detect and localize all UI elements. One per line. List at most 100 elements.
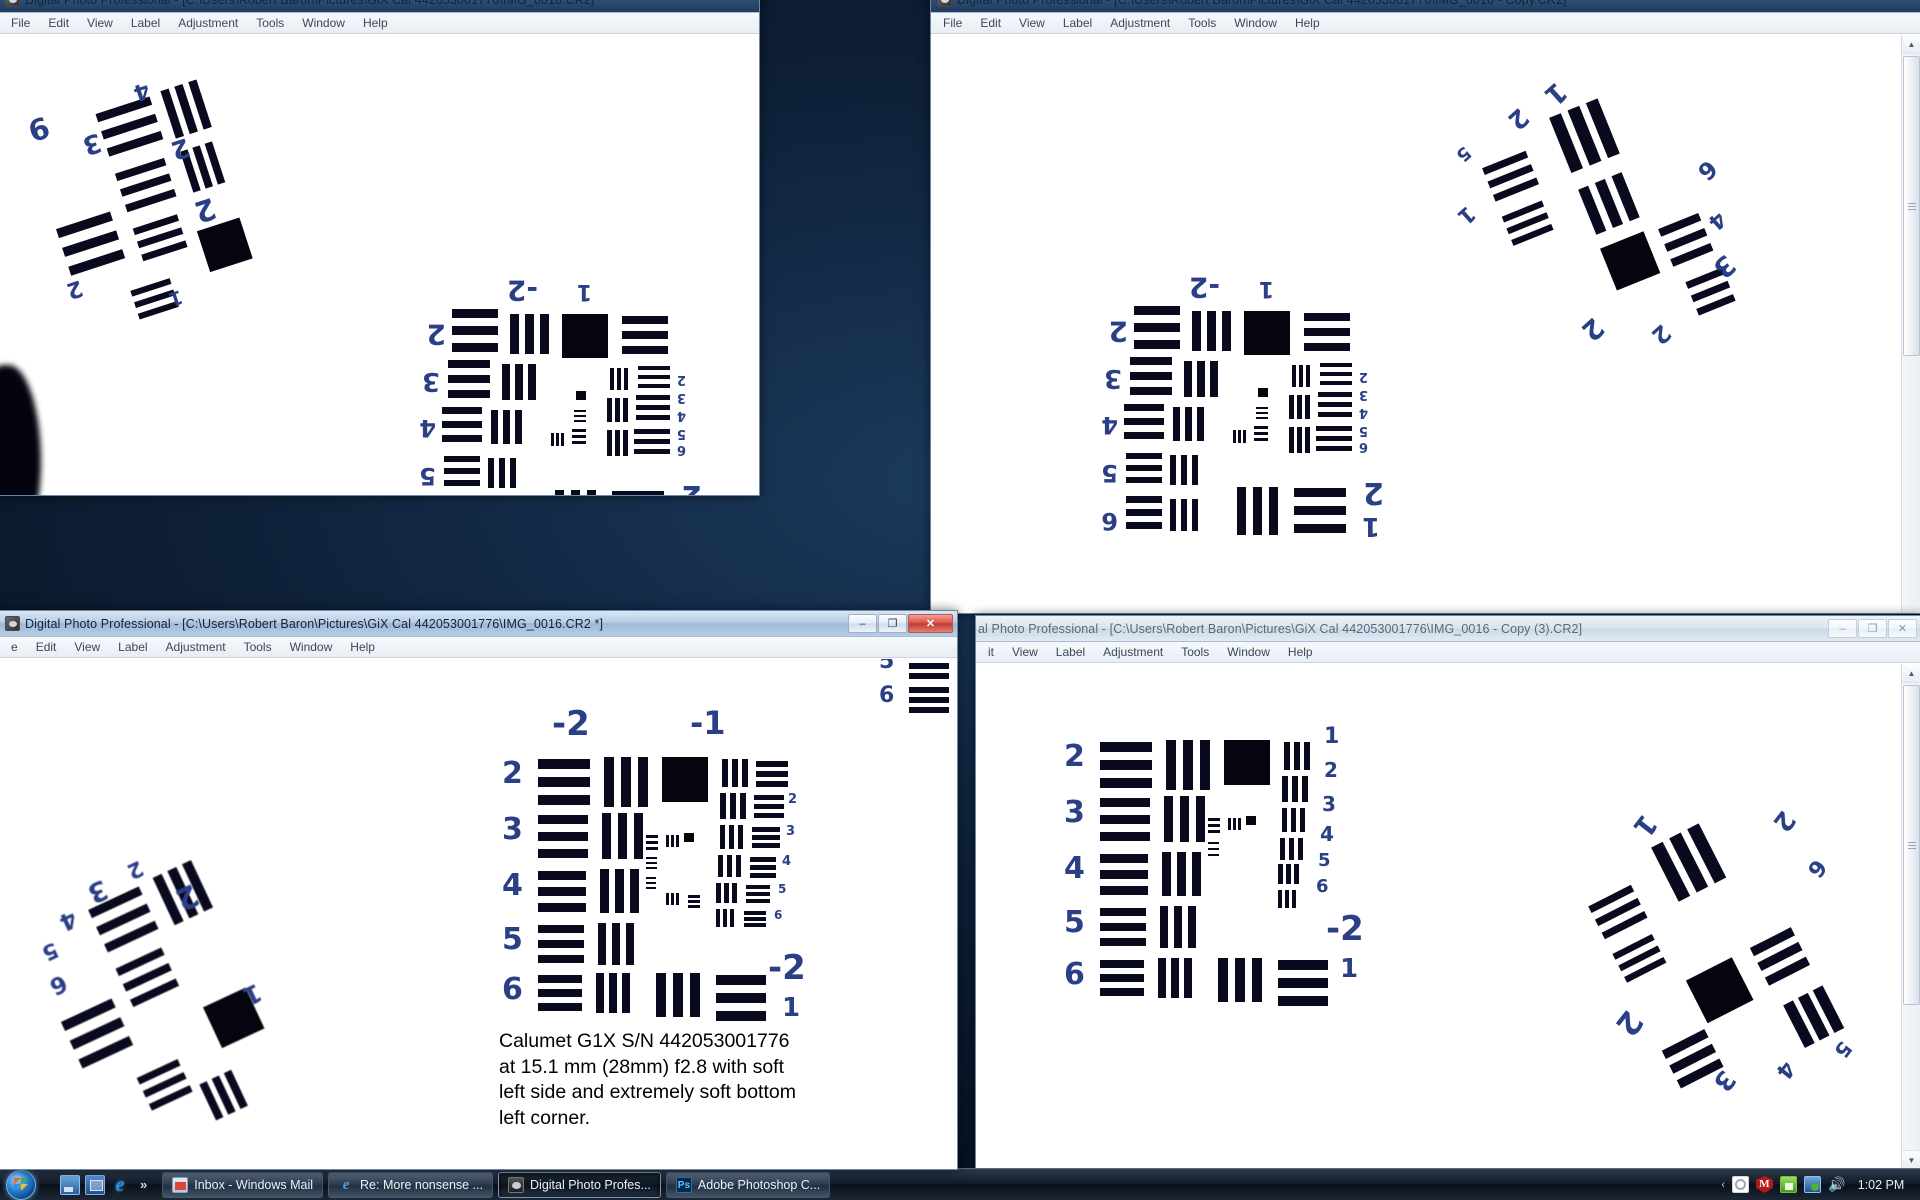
menu-file[interactable]: File (935, 14, 970, 32)
maximize-button[interactable]: ❐ (878, 614, 907, 633)
image-canvas-top-left[interactable]: 9 3 4 2 2 2 1 1 2 (0, 34, 759, 495)
menu-label[interactable]: Label (110, 638, 155, 656)
taskbar-item-adobe-photoshop[interactable]: Ps Adobe Photoshop C... (665, 1171, 831, 1198)
menu-tools[interactable]: Tools (236, 638, 280, 656)
menu-file[interactable]: File (3, 14, 38, 32)
image-canvas-bottom-right[interactable]: 2 1 3 2 3 4 4 5 5 6 6 -2 1 1 2 6 2 3 4 5… (976, 663, 1920, 1169)
menu-help[interactable]: Help (342, 638, 383, 656)
titlebar-bottom-left[interactable]: Digital Photo Professional - [C:\Users\R… (0, 611, 957, 637)
usaf-target-photo: 2 1 3 2 3 4 4 5 5 6 6 -2 1 1 2 6 2 3 4 5 (976, 664, 1920, 1169)
internet-explorer-icon[interactable]: e (110, 1175, 130, 1195)
taskbar[interactable]: e » Inbox - Windows Mail e Re: More nons… (0, 1168, 1920, 1200)
menu-label[interactable]: Label (123, 14, 168, 32)
maximize-button[interactable]: ❐ (1858, 619, 1887, 638)
window-top-left[interactable]: Digital Photo Professional - [C:\Users\R… (0, 0, 760, 496)
desktop: Digital Photo Professional - [C:\Users\R… (0, 0, 1920, 1200)
quick-launch-bar[interactable]: e » (54, 1174, 158, 1195)
image-canvas-top-right[interactable]: 1 2 5 1 6 4 3 2 2 1 2 6 5 4 3 2 6 5 4 3 … (931, 34, 1920, 613)
camera-icon (508, 1176, 525, 1193)
menubar-top-right[interactable]: File Edit View Label Adjustment Tools Wi… (931, 13, 1920, 34)
menu-view[interactable]: View (1011, 14, 1053, 32)
vertical-scrollbar-top-right[interactable]: ▲ (1901, 35, 1920, 613)
image-canvas-bottom-left[interactable]: -2 -1 2 3 2 3 4 4 5 5 6 6 -2 1 5 6 6 5 4… (0, 658, 957, 1169)
scroll-thumb[interactable] (1903, 56, 1920, 356)
menu-tools[interactable]: Tools (248, 14, 292, 32)
titlebar-bottom-right[interactable]: al Photo Professional - [C:\Users\Robert… (976, 616, 1920, 642)
usaf-target-photo: 9 3 4 2 2 2 1 1 2 (0, 35, 759, 495)
clock[interactable]: 1:02 PM (1852, 1178, 1910, 1192)
menu-window[interactable]: Window (1219, 643, 1278, 661)
usaf-target-corner-soft: 6 5 4 3 2 2 1 (0, 818, 365, 1169)
switch-window-icon[interactable] (85, 1174, 105, 1195)
scroll-up-icon[interactable]: ▲ (1902, 664, 1920, 683)
titlebar-top-right[interactable]: Digital Photo Professional - [C:\Users\R… (931, 0, 1920, 13)
menu-tools[interactable]: Tools (1173, 643, 1217, 661)
taskbar-item-windows-mail[interactable]: Inbox - Windows Mail (162, 1171, 324, 1198)
task-button-list[interactable]: Inbox - Windows Mail e Re: More nonsense… (162, 1171, 831, 1198)
app-icon (5, 0, 20, 7)
start-button[interactable] (2, 1169, 50, 1200)
taskbar-item-digital-photo-professional[interactable]: Digital Photo Profes... (498, 1171, 661, 1198)
usaf-target-corner: 1 2 5 1 6 4 3 2 2 (1451, 75, 1742, 350)
menubar-bottom-right[interactable]: it View Label Adjustment Tools Window He… (976, 642, 1920, 663)
scroll-up-icon[interactable]: ▲ (1902, 35, 1920, 54)
menu-edit[interactable]: Edit (40, 14, 77, 32)
menu-adjustment[interactable]: Adjustment (158, 638, 234, 656)
network-icon[interactable] (1804, 1176, 1821, 1193)
internet-explorer-icon: e (342, 1176, 350, 1193)
close-button[interactable]: ✕ (1888, 619, 1917, 638)
usaf-target-main: 1 2 6 (404, 260, 704, 495)
system-tray[interactable]: ‹ M 🔊 1:02 PM (1721, 1176, 1918, 1193)
menu-window[interactable]: Window (1226, 14, 1285, 32)
menu-help[interactable]: Help (1287, 14, 1328, 32)
show-desktop-icon[interactable] (60, 1174, 80, 1195)
menu-edit[interactable]: it (980, 643, 1002, 661)
minimize-button[interactable]: – (1828, 619, 1857, 638)
menu-edit[interactable]: Edit (972, 14, 1009, 32)
menu-adjustment[interactable]: Adjustment (170, 14, 246, 32)
mcafee-shield-icon[interactable]: M (1756, 1176, 1773, 1193)
usaf-target-main: 1 2 6 (1101, 271, 1384, 541)
menu-label[interactable]: Label (1048, 643, 1093, 661)
menu-label[interactable]: Label (1055, 14, 1100, 32)
scroll-down-icon[interactable]: ▼ (1902, 1150, 1920, 1169)
menu-view[interactable]: View (1004, 643, 1046, 661)
menu-view[interactable]: View (66, 638, 108, 656)
menu-help[interactable]: Help (1280, 643, 1321, 661)
scroll-thumb[interactable] (1903, 685, 1920, 1005)
window-bottom-right[interactable]: al Photo Professional - [C:\Users\Robert… (975, 615, 1920, 1170)
mail-icon (172, 1176, 189, 1193)
sync-icon[interactable] (1732, 1176, 1749, 1193)
window-title: Digital Photo Professional - [C:\Users\R… (25, 616, 604, 631)
menu-edit[interactable]: Edit (28, 638, 65, 656)
tray-expand-icon[interactable]: ‹ (1721, 1179, 1725, 1191)
volume-icon[interactable]: 🔊 (1828, 1176, 1845, 1193)
usaf-target-corner: 1 2 6 2 3 4 5 (1516, 744, 1920, 1165)
house-icon[interactable] (1780, 1176, 1797, 1193)
window-controls[interactable]: – ❐ ✕ (848, 614, 953, 633)
caption-text: Calumet G1X S/N 442053001776 at 15.1 mm … (499, 1030, 796, 1130)
menu-view[interactable]: View (79, 14, 121, 32)
menu-window[interactable]: Window (282, 638, 341, 656)
usaf-target-main: -2 -1 2 3 2 3 4 4 5 5 6 6 -2 1 (502, 704, 806, 1023)
menu-tools[interactable]: Tools (1180, 14, 1224, 32)
vertical-scrollbar-bottom-right[interactable]: ▲ ▼ (1901, 664, 1920, 1169)
menubar-bottom-left[interactable]: e Edit View Label Adjustment Tools Windo… (0, 637, 957, 658)
quick-launch-overflow-icon[interactable]: » (135, 1177, 152, 1192)
menu-window[interactable]: Window (294, 14, 353, 32)
photoshop-icon: Ps (675, 1176, 692, 1193)
menu-help[interactable]: Help (355, 14, 396, 32)
menubar-top-left[interactable]: File Edit View Label Adjustment Tools Wi… (0, 13, 759, 34)
window-top-right[interactable]: Digital Photo Professional - [C:\Users\R… (930, 0, 1920, 614)
window-controls[interactable]: – ❐ ✕ (1828, 619, 1917, 638)
titlebar-top-left[interactable]: Digital Photo Professional - [C:\Users\R… (0, 0, 759, 13)
lens-shadow-blob (0, 365, 41, 495)
menu-file[interactable]: e (3, 638, 26, 656)
menu-adjustment[interactable]: Adjustment (1102, 14, 1178, 32)
minimize-button[interactable]: – (848, 614, 877, 633)
window-title: al Photo Professional - [C:\Users\Robert… (978, 621, 1583, 636)
menu-adjustment[interactable]: Adjustment (1095, 643, 1171, 661)
close-button[interactable]: ✕ (908, 614, 953, 633)
taskbar-item-browser[interactable]: e Re: More nonsense ... (328, 1171, 494, 1198)
window-bottom-left[interactable]: Digital Photo Professional - [C:\Users\R… (0, 610, 958, 1170)
